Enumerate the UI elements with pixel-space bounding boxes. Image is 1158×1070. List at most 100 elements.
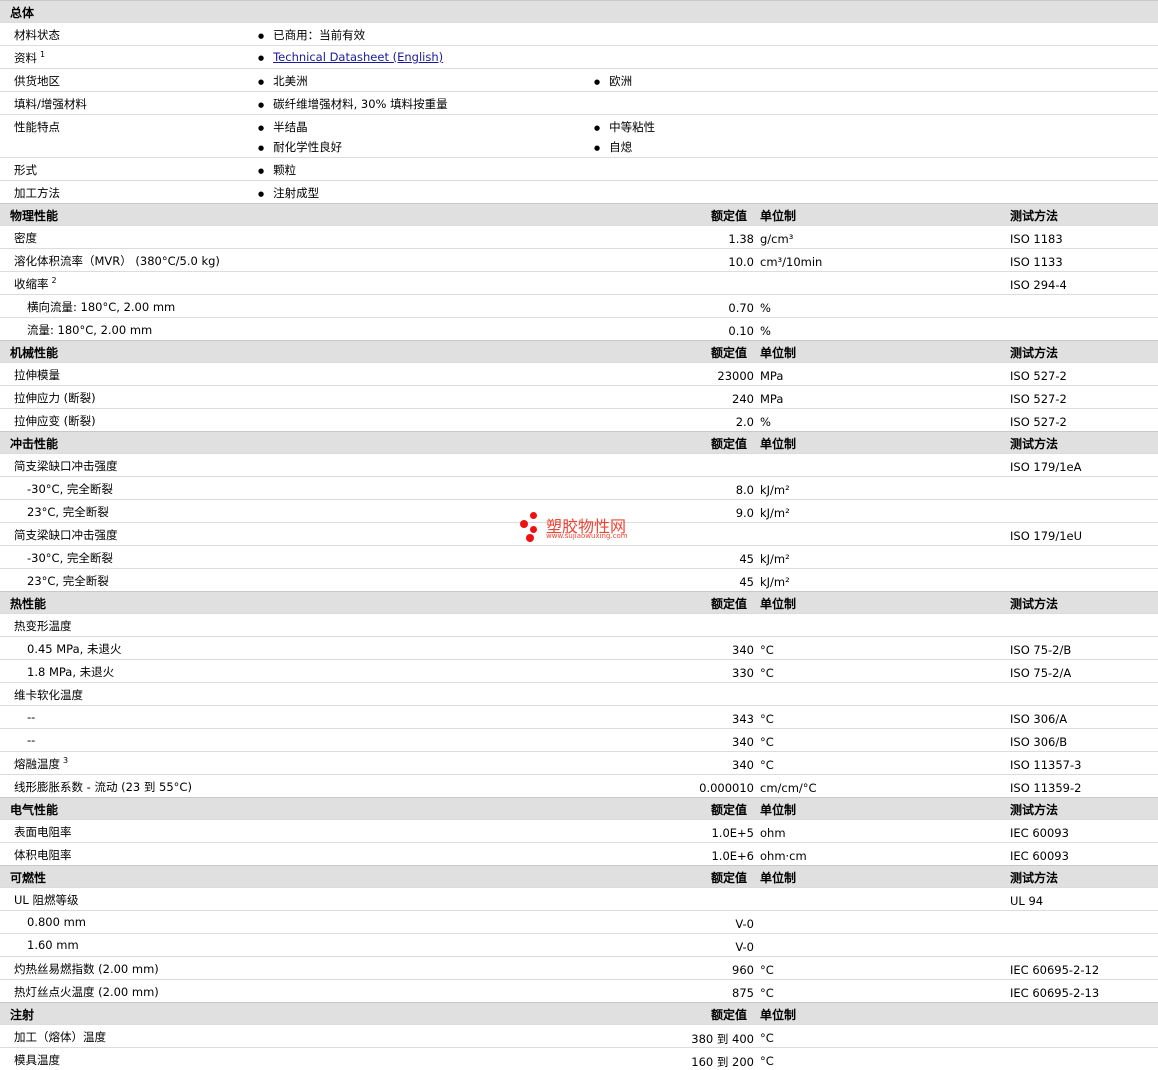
test-method: ISO 179/1eA	[1010, 460, 1082, 474]
footnote-marker: 2	[51, 276, 57, 286]
unit-value: °C	[760, 643, 774, 657]
rated-value: 45	[739, 552, 754, 566]
logo-dot-icon	[530, 512, 537, 519]
section-header: 热性能 额定值 单位制 测试方法	[0, 591, 1158, 613]
row-label: 模具温度	[14, 1052, 60, 1068]
row-label: 拉伸应力 (断裂)	[14, 390, 96, 406]
row-label-text: 熔融温度	[14, 757, 60, 771]
rated-value: V-0	[735, 917, 754, 931]
row-label: 加工方法	[14, 185, 60, 201]
unit-value: g/cm³	[760, 232, 794, 246]
test-method: IEC 60093	[1010, 849, 1069, 863]
table-row: 加工方法 注射成型	[0, 180, 1158, 203]
row-label-text: 0.45 MPa, 未退火	[27, 642, 122, 656]
row-label-text: 横向流量: 180°C, 2.00 mm	[27, 300, 176, 314]
table-row: 拉伸应变 (断裂) 2.0% ISO 527-2	[0, 408, 1158, 431]
row-label: 0.45 MPa, 未退火	[27, 641, 121, 657]
test-method: IEC 60695-2-12	[1010, 963, 1100, 977]
section-title: 机械性能	[10, 346, 59, 360]
footnote-marker: 3	[63, 756, 69, 766]
logo-dot-icon	[530, 526, 537, 533]
row-label: 23°C, 完全断裂	[27, 504, 109, 520]
bullet-text: 北美洲	[273, 74, 308, 88]
row-label: 1.8 MPa, 未退火	[27, 664, 114, 680]
row-label: 表面电阻率	[14, 824, 72, 840]
test-method-header: 测试方法	[1010, 437, 1059, 451]
rated-value: V-0	[735, 940, 754, 954]
unit-value: %	[760, 415, 771, 429]
rated-value-header: 额定值	[711, 1008, 748, 1022]
row-label: 简支梁缺口冲击强度	[14, 458, 118, 474]
table-row: 维卡软化温度	[0, 682, 1158, 705]
test-method: ISO 306/B	[1010, 735, 1068, 749]
table-row: 横向流量: 180°C, 2.00 mm 0.70%	[0, 294, 1158, 317]
rated-value: 1.0E+5	[711, 826, 754, 840]
row-label-text: 资料	[14, 51, 37, 65]
bullet-item: 中等粘性	[594, 119, 655, 135]
row-label: 流量: 180°C, 2.00 mm	[27, 322, 152, 338]
rated-value-header: 额定值	[711, 437, 748, 451]
table-row: 收缩率 2 ISO 294-4	[0, 271, 1158, 294]
test-method: ISO 179/1eU	[1010, 529, 1083, 543]
row-label: 性能特点	[14, 119, 60, 135]
test-method: ISO 11357-3	[1010, 758, 1082, 772]
rated-value: 340	[732, 643, 754, 657]
unit-value: %	[760, 324, 771, 338]
test-method: ISO 306/A	[1010, 712, 1068, 726]
datasheet-link-item[interactable]: Technical Datasheet (English)	[258, 50, 443, 64]
technical-datasheet-link[interactable]: Technical Datasheet (English)	[273, 50, 443, 64]
unit-value: kJ/m²	[760, 552, 790, 566]
section-header: 注射 额定值 单位制	[0, 1002, 1158, 1024]
row-label-text: 维卡软化温度	[14, 688, 83, 702]
bullet-item: 北美洲	[258, 73, 308, 89]
row-label-text: 体积电阻率	[14, 848, 72, 862]
row-label: 供货地区	[14, 73, 60, 89]
rated-value: 960	[732, 963, 754, 977]
row-label-text: -30°C, 完全断裂	[27, 482, 113, 496]
unit-header: 单位制	[760, 209, 797, 223]
rated-value: 0.70	[728, 301, 754, 315]
table-row: 熔融温度 3 340 °C ISO 11357-3	[0, 751, 1158, 774]
row-label-text: 加工方法	[14, 186, 60, 200]
rated-value: 45	[739, 575, 754, 589]
unit-value: °C	[760, 986, 774, 1000]
test-method: ISO 75-2/A	[1010, 666, 1072, 680]
row-label-text: 加工（熔体）温度	[14, 1030, 106, 1044]
row-label-text: 收缩率	[14, 277, 49, 291]
table-row: 拉伸应力 (断裂) 240 MPa ISO 527-2	[0, 385, 1158, 408]
table-row: -30°C, 完全断裂 45 kJ/m²	[0, 545, 1158, 568]
bullet-item: 碳纤维增强材料, 30% 填料按重量	[258, 96, 448, 112]
row-label-text: 0.800 mm	[27, 915, 86, 929]
section-title: 注射	[10, 1008, 35, 1022]
test-method-header: 测试方法	[1010, 597, 1059, 611]
unit-value: °C	[760, 1031, 774, 1045]
rated-value: 0.10	[728, 324, 754, 338]
table-row: -30°C, 完全断裂 8.0 kJ/m²	[0, 476, 1158, 499]
rated-value: 8.0	[735, 483, 754, 497]
unit-value: kJ/m²	[760, 575, 790, 589]
unit-header: 单位制	[760, 871, 797, 885]
test-method: ISO 1133	[1010, 255, 1063, 269]
unit-value: MPa	[760, 369, 784, 383]
table-row: 0.45 MPa, 未退火 340 °C ISO 75-2/B	[0, 636, 1158, 659]
row-label: --	[27, 710, 35, 724]
table-row: 资料1 Technical Datasheet (English)	[0, 45, 1158, 68]
bullet-item: 半结晶	[258, 119, 308, 135]
table-row: 简支梁缺口冲击强度 ISO 179/1eA	[0, 453, 1158, 476]
table-row: -- 343 °C ISO 306/A	[0, 705, 1158, 728]
row-label: 23°C, 完全断裂	[27, 573, 109, 589]
test-method-header: 测试方法	[1010, 871, 1059, 885]
unit-value: kJ/m²	[760, 506, 790, 520]
row-label-text: 热灯丝点火温度 (2.00 mm)	[14, 985, 159, 999]
row-label-text: 模具温度	[14, 1053, 60, 1067]
row-label: 体积电阻率	[14, 847, 72, 863]
row-label-text: 拉伸应力 (断裂)	[14, 391, 96, 405]
row-label-text: 表面电阻率	[14, 825, 72, 839]
section-title: 电气性能	[10, 803, 59, 817]
table-row: 密度 1.38 g/cm³ ISO 1183	[0, 225, 1158, 248]
bullet-text: 注射成型	[273, 186, 320, 200]
rated-value: 240	[732, 392, 754, 406]
row-label-text: UL 阻燃等级	[14, 893, 79, 907]
row-label-text: 简支梁缺口冲击强度	[14, 528, 118, 542]
table-row: -- 340 °C ISO 306/B	[0, 728, 1158, 751]
